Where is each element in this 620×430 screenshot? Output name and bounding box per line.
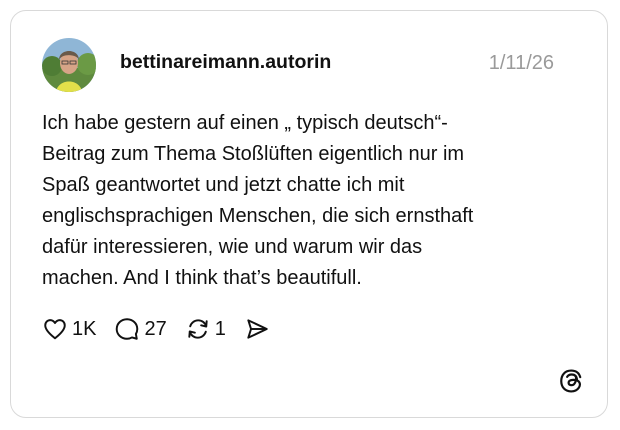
- repost-count: 1: [214, 317, 226, 340]
- avatar-photo: [42, 38, 96, 92]
- heart-icon: [44, 319, 66, 340]
- username[interactable]: bettinareimann.autorin: [120, 51, 331, 74]
- threads-logo-icon[interactable]: [558, 368, 584, 394]
- repost-icon: [188, 319, 208, 339]
- comment-bubble-icon: [116, 318, 139, 340]
- post-text-line: Ich habe gestern auf einen „ typisch deu…: [42, 112, 448, 134]
- post-text: Ich habe gestern auf einen „ typisch deu…: [42, 108, 582, 294]
- comment-button[interactable]: 27: [114, 316, 167, 342]
- post-card: bettinareimann.autorin 1/11/26 Ich habe …: [10, 10, 608, 418]
- post-text-line: englischsprachigen Menschen, die sich er…: [42, 205, 474, 227]
- action-bar: 1K 27 1: [42, 315, 288, 343]
- repost-button[interactable]: 1: [185, 316, 226, 342]
- threads-logo-icon: [560, 369, 582, 393]
- send-icon: [247, 319, 268, 339]
- like-button[interactable]: 1K: [42, 316, 96, 342]
- post-date: 1/11/26: [488, 52, 554, 74]
- post-text-line: machen. And I think that’s beautifull.: [42, 267, 362, 289]
- avatar[interactable]: [42, 38, 96, 92]
- post-text-line: dafür interessieren, wie und warum wir d…: [42, 236, 423, 258]
- share-button[interactable]: [244, 316, 270, 342]
- like-count: 1K: [72, 317, 97, 340]
- post-text-line: Spaß geantwortet und jetzt chatte ich mi…: [42, 174, 405, 196]
- post-text-line: Beitrag zum Thema Stoßlüften eigentlich …: [42, 143, 465, 165]
- comment-count: 27: [144, 317, 167, 340]
